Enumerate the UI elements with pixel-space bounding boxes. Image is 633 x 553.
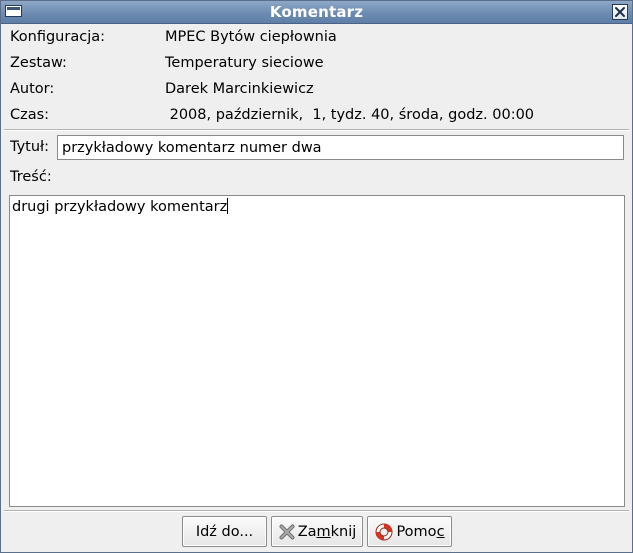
body-textarea[interactable]: drugi przykładowy komentarz	[9, 195, 625, 507]
info-separator	[4, 129, 629, 131]
author-value: Darek Marcinkiewicz	[165, 81, 314, 97]
time-value: 2008, październik, 1, tydz. 40, środa, g…	[165, 107, 535, 123]
help-button-label: Pomoc	[396, 523, 445, 540]
help-button[interactable]: Pomoc	[367, 516, 452, 547]
close-button-label: Zamknij	[297, 523, 357, 540]
window-close-button[interactable]	[612, 4, 628, 20]
body-field-label: Treść:	[10, 169, 52, 185]
comment-dialog: Komentarz Konfiguracja: MPEC Bytów ciepł…	[0, 0, 633, 553]
set-value: Temperatury sieciowe	[165, 55, 324, 71]
title-input[interactable]: przykładowy komentarz numer dwa	[57, 135, 624, 160]
title-field-label: Tytuł:	[10, 139, 50, 155]
title-bar[interactable]: Komentarz	[1, 1, 632, 24]
configuration-value: MPEC Bytów ciepłownia	[165, 29, 337, 45]
time-label: Czas:	[10, 107, 50, 123]
body-text: drugi przykładowy komentarz	[12, 199, 228, 215]
window-title: Komentarz	[269, 3, 364, 21]
close-icon	[615, 7, 625, 17]
author-label: Autor:	[10, 81, 55, 97]
goto-button-label: Idź do...	[195, 523, 254, 540]
set-label: Zestaw:	[10, 55, 67, 71]
close-button[interactable]: Zamknij	[271, 516, 363, 547]
lifebuoy-icon	[374, 522, 394, 542]
text-cursor	[227, 198, 229, 214]
goto-button[interactable]: Idź do...	[182, 516, 267, 547]
buttons-separator	[4, 510, 629, 512]
configuration-label: Konfiguracja:	[10, 29, 105, 45]
close-x-icon	[278, 523, 296, 541]
